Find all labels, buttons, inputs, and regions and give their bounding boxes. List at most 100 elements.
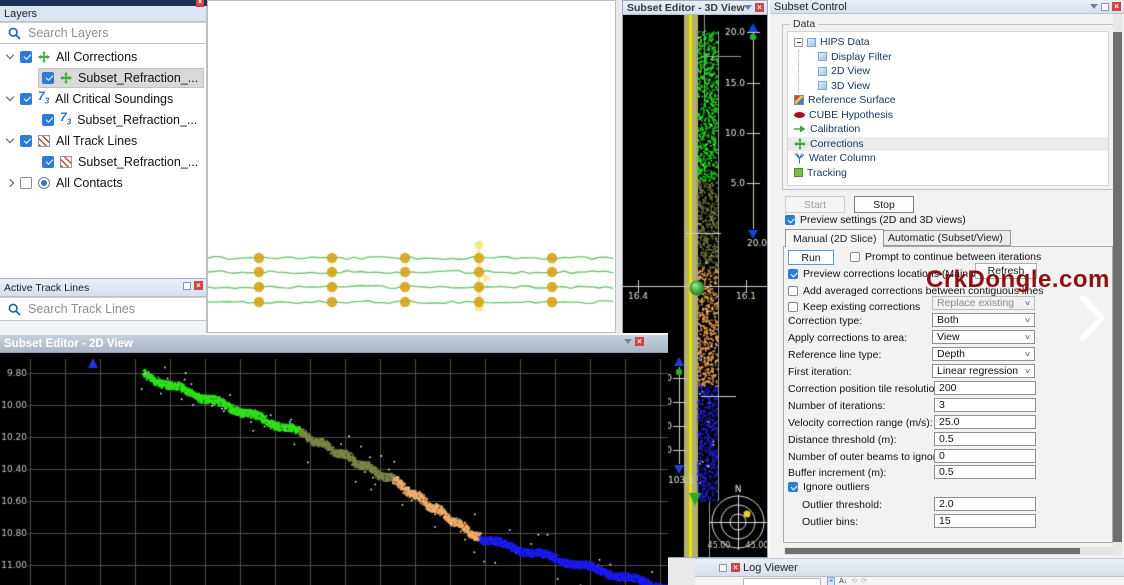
active-track-lines-panel: Active Track Lines × [0, 278, 207, 333]
run-button[interactable]: Run [788, 250, 834, 265]
log-filter-input[interactable] [743, 578, 821, 585]
critical-soundings-icon: 73 [60, 111, 71, 128]
preview-settings-checkbox[interactable] [785, 215, 795, 225]
layers-tree-item[interactable]: Subset_Refraction_... [0, 67, 206, 88]
layers-tree-item[interactable]: All Contacts [0, 172, 206, 193]
subset-control-header: Subset Control × [770, 0, 1124, 14]
cube-hypothesis-icon [794, 112, 805, 118]
field-input[interactable]: 0.5 [934, 432, 1036, 446]
preview-settings-checkbox-row[interactable]: Preview settings (2D and 3D views) [785, 214, 966, 226]
ignore-outliers-checkbox[interactable] [788, 482, 798, 492]
sort-az-icon[interactable]: A↓ [839, 578, 847, 585]
close-icon[interactable]: × [1112, 2, 1121, 11]
next-page-chevron-icon[interactable] [1078, 294, 1106, 342]
clear-log-icon[interactable]: ⟳ [861, 578, 867, 585]
layer-visibility-checkbox[interactable] [42, 72, 54, 84]
field-input[interactable]: 2.0 [934, 497, 1036, 511]
vertical-scrollbar[interactable] [1113, 14, 1122, 556]
field-select[interactable]: Depth∨ [932, 347, 1035, 361]
chevron-down-icon[interactable] [1090, 4, 1098, 9]
preview-locations-checkbox[interactable] [788, 269, 798, 279]
2d-view-canvas[interactable] [0, 353, 668, 585]
filter-icon[interactable]: ≡ [827, 577, 835, 585]
layers-tree-item[interactable]: 73All Critical Soundings [0, 88, 206, 109]
data-tree-item[interactable]: 3D View [788, 79, 1108, 94]
close-icon[interactable]: × [194, 281, 203, 290]
tracking-icon [794, 168, 803, 177]
cube-icon [818, 67, 827, 76]
data-tree-item[interactable]: HIPS Data [788, 35, 1108, 50]
field-input[interactable]: 0.5 [934, 465, 1036, 479]
data-tree-item[interactable]: Display Filter [788, 50, 1108, 65]
layer-visibility-checkbox[interactable] [20, 93, 32, 105]
chevron-down-icon: ∨ [1024, 333, 1031, 341]
tab-automatic-subset-view[interactable]: Automatic (Subset/View) [880, 230, 1011, 246]
horizontal-scrollbar[interactable] [784, 547, 1113, 555]
data-tree-item[interactable]: CUBE Hypothesis [788, 108, 1108, 123]
vertical-scrollbar-thumb[interactable] [1113, 32, 1122, 542]
layer-visibility-checkbox[interactable] [20, 177, 32, 189]
chevron-down-icon[interactable] [624, 339, 632, 344]
field-input[interactable]: 0 [934, 449, 1036, 463]
data-tree-item[interactable]: Water Column [788, 151, 1108, 166]
prompt-continue-checkbox[interactable] [850, 252, 860, 262]
ignore-outliers-checkbox-row[interactable]: Ignore outliers [788, 481, 870, 493]
tree-expander-minus-icon[interactable] [794, 38, 803, 47]
field-label: Outlier threshold: [802, 498, 882, 512]
search-layers-input[interactable] [28, 26, 206, 40]
replace-existing-dropdown[interactable]: Replace existing∨ [932, 296, 1035, 310]
chevron-collapsed-icon[interactable] [3, 180, 17, 186]
tab-manual-2d-slice[interactable]: Manual (2D Slice) [785, 229, 884, 247]
close-icon[interactable]: × [196, 0, 204, 7]
field-select[interactable]: Both∨ [932, 313, 1035, 327]
close-icon[interactable]: × [731, 563, 740, 572]
float-icon[interactable] [1101, 3, 1109, 11]
float-icon[interactable] [183, 282, 191, 290]
map-view[interactable] [207, 0, 616, 333]
field-input[interactable]: 15 [934, 514, 1036, 528]
layer-label: Subset_Refraction_... [77, 113, 197, 127]
layer-visibility-checkbox[interactable] [42, 114, 54, 126]
search-track-lines-input[interactable] [28, 302, 206, 316]
layers-tree-item[interactable]: 73 Subset_Refraction_... [0, 109, 206, 130]
data-tree-item[interactable]: 2D View [788, 64, 1108, 79]
close-icon[interactable]: × [635, 337, 644, 346]
track-lines-icon [38, 135, 50, 147]
tree-indent [798, 64, 814, 78]
field-label: Correction type: [788, 314, 862, 328]
prompt-checkbox-row[interactable]: Prompt to continue between iterations [850, 251, 1041, 263]
float-icon[interactable] [719, 564, 727, 572]
horizontal-scrollbar-thumb[interactable] [785, 548, 1080, 554]
field-input[interactable]: 200 [934, 381, 1036, 395]
keep-existing-checkbox[interactable] [788, 302, 798, 312]
data-tree-item[interactable]: Corrections [788, 137, 1108, 152]
stop-button[interactable]: Stop [854, 196, 914, 213]
close-icon[interactable]: × [755, 3, 764, 12]
start-button[interactable]: Start [785, 196, 845, 213]
chevron-down-icon: ∨ [1024, 316, 1031, 324]
field-input[interactable]: 3 [934, 398, 1036, 412]
layer-label: All Corrections [56, 50, 137, 64]
layers-tree-item[interactable]: Subset_Refraction_... [0, 151, 206, 172]
chevron-expanded-icon[interactable] [3, 55, 17, 58]
layers-tree-item[interactable]: All Track Lines [0, 130, 206, 151]
data-tree-item[interactable]: Tracking [788, 166, 1108, 181]
field-input[interactable]: 25.0 [934, 415, 1036, 429]
field-select[interactable]: View∨ [932, 330, 1035, 344]
layer-visibility-checkbox[interactable] [42, 156, 54, 168]
3d-view-header: Subset Editor - 3D View × [623, 1, 767, 15]
chevron-down-icon[interactable] [744, 5, 752, 10]
data-tree-item[interactable]: Reference Surface [788, 93, 1108, 108]
data-tree-item[interactable]: Calibration [788, 122, 1108, 137]
chevron-expanded-icon[interactable] [3, 139, 17, 142]
add-averaged-checkbox[interactable] [788, 286, 798, 296]
map-canvas[interactable] [208, 1, 615, 332]
refresh-log-icon[interactable]: ⟲ [851, 578, 857, 585]
keep-existing-checkbox-row[interactable]: Keep existing corrections [788, 301, 920, 313]
chevron-expanded-icon[interactable] [3, 97, 17, 100]
layer-visibility-checkbox[interactable] [20, 51, 32, 63]
layers-tree-item[interactable]: All Corrections [0, 46, 206, 67]
subset-editor-2d-view-panel: Subset Editor - 2D View × [0, 333, 668, 585]
layer-visibility-checkbox[interactable] [20, 135, 32, 147]
field-select[interactable]: Linear regression∨ [932, 364, 1035, 378]
